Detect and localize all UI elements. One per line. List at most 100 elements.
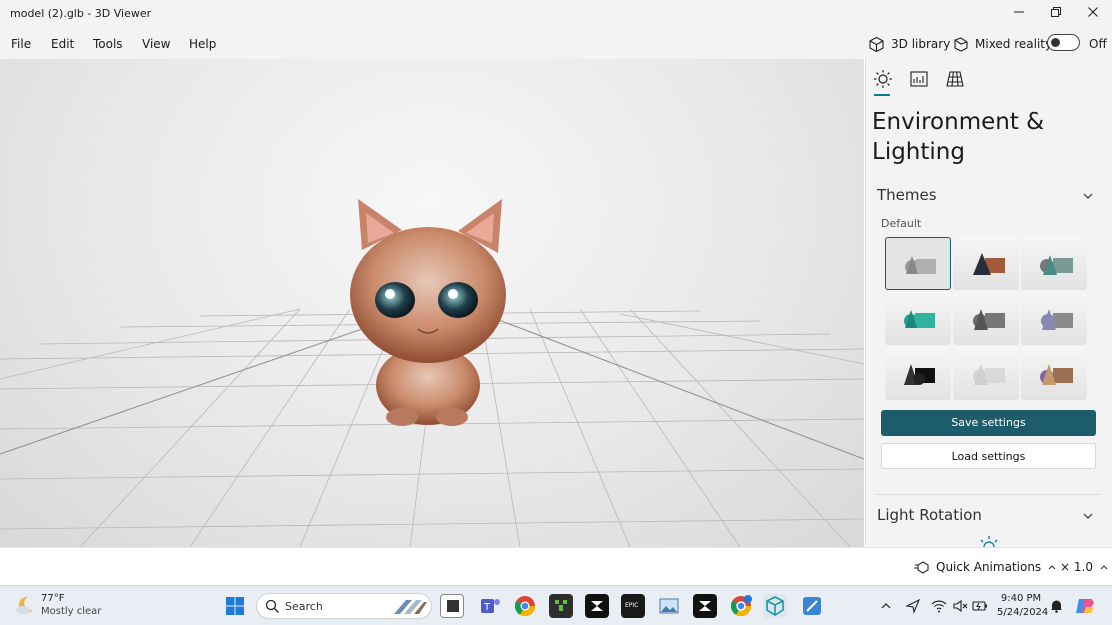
minimize-icon — [1014, 11, 1024, 13]
quick-animations-label: Quick Animations — [936, 560, 1042, 574]
moon-cloud-icon — [16, 596, 33, 614]
taskbar-app-capcut-2[interactable] — [693, 594, 717, 618]
light-rotation-header[interactable]: Light Rotation — [877, 506, 982, 524]
battery-icon[interactable] — [972, 598, 988, 614]
theme-tile-default[interactable] — [885, 237, 951, 290]
weather-temp: 77°F — [41, 593, 65, 604]
theme-tile-dark-gray[interactable] — [953, 292, 1019, 345]
menu-bar: File Edit Tools View Help 3D library Mix… — [0, 28, 1112, 59]
epic-games-icon: EPIC — [625, 602, 638, 609]
chevron-down-icon[interactable] — [1082, 510, 1094, 522]
theme-shapes-icon — [1040, 364, 1073, 385]
copilot-icon[interactable] — [1074, 595, 1096, 617]
themes-header[interactable]: Themes — [877, 186, 937, 204]
save-settings-button[interactable]: Save settings — [881, 410, 1096, 436]
theme-tile-lavender[interactable] — [1021, 292, 1087, 345]
taskbar-app-epic[interactable]: EPIC — [621, 594, 645, 618]
clock-time[interactable]: 9:40 PM — [997, 593, 1045, 604]
theme-tile-sunset[interactable] — [1021, 347, 1087, 400]
theme-shapes-icon — [904, 310, 935, 328]
chevron-up-icon — [1100, 565, 1108, 570]
clock-date[interactable]: 5/24/2024 — [997, 607, 1048, 618]
3d-library-button[interactable]: 3D library — [868, 34, 950, 54]
weather-desc: Mostly clear — [41, 606, 102, 617]
theme-shapes-icon — [1041, 309, 1073, 330]
speed-label: × 1.0 — [1060, 560, 1093, 574]
theme-tile-light[interactable] — [953, 347, 1019, 400]
menu-edit[interactable]: Edit — [51, 37, 74, 51]
quick-animations-button[interactable]: Quick Animations — [914, 560, 1057, 574]
restore-icon — [1051, 7, 1061, 17]
search-placeholder: Search — [285, 600, 323, 613]
minimize-button[interactable] — [1004, 4, 1034, 24]
menu-view[interactable]: View — [142, 37, 170, 51]
taskbar-app-teams[interactable]: T — [478, 594, 502, 618]
minecraft-icon — [555, 600, 567, 611]
kitten-model[interactable] — [340, 195, 520, 435]
chevron-down-icon[interactable] — [1082, 190, 1094, 202]
chevron-up-icon[interactable] — [880, 600, 892, 612]
chevron-up-icon — [1048, 565, 1056, 570]
teams-icon: T — [481, 599, 500, 613]
light-sun-icon — [980, 536, 998, 547]
taskbar-app-files[interactable] — [440, 594, 464, 618]
restore-button[interactable] — [1041, 4, 1071, 24]
theme-default-label: Default — [881, 217, 922, 230]
mixed-reality-toggle[interactable] — [1047, 34, 1080, 51]
animation-icon — [914, 561, 929, 574]
notification-bell-icon[interactable] — [1049, 598, 1064, 613]
cube-icon — [766, 596, 784, 616]
mixed-reality-button[interactable]: Mixed reality — [952, 34, 1052, 54]
mixed-reality-icon — [954, 36, 968, 52]
svg-text:EPIC: EPIC — [625, 602, 638, 609]
close-button[interactable] — [1078, 4, 1108, 24]
menu-tools[interactable]: Tools — [93, 37, 123, 51]
title-bar: model (2).glb - 3D Viewer — [0, 0, 1112, 28]
theme-tile-warm[interactable] — [953, 237, 1019, 290]
3d-library-label: 3D library — [891, 37, 951, 51]
photos-icon — [659, 598, 679, 614]
theme-tile-black[interactable] — [885, 347, 951, 400]
taskbar-app-chrome-profile[interactable] — [729, 594, 753, 618]
menu-help[interactable]: Help — [189, 37, 216, 51]
weather-widget[interactable] — [14, 594, 36, 619]
cube-icon — [869, 36, 884, 52]
sun-icon[interactable] — [873, 69, 893, 89]
theme-shapes-icon — [904, 364, 935, 385]
theme-shapes-icon — [905, 256, 936, 274]
location-icon[interactable] — [905, 598, 921, 614]
theme-shapes-icon — [1040, 255, 1073, 275]
3d-viewport[interactable] — [0, 59, 864, 547]
taskbar: 77°F Mostly clear Search T EPIC 9:40 PM … — [0, 585, 1112, 625]
windows-icon — [226, 597, 244, 615]
mixed-reality-state: Off — [1089, 37, 1107, 51]
theme-shapes-icon — [973, 364, 1005, 385]
taskbar-app-paint[interactable] — [800, 594, 824, 618]
start-button[interactable] — [223, 594, 247, 618]
menu-file[interactable]: File — [11, 37, 31, 51]
taskbar-app-3d-viewer[interactable] — [763, 594, 787, 618]
theme-shapes-icon — [973, 309, 1005, 330]
speaker-muted-icon[interactable] — [952, 598, 968, 614]
load-settings-button[interactable]: Load settings — [881, 443, 1096, 469]
svg-text:T: T — [483, 602, 491, 613]
file-icon — [447, 600, 459, 612]
taskbar-search[interactable]: Search — [256, 593, 432, 619]
theme-tile-teal-gray[interactable] — [1021, 237, 1087, 290]
app-icon — [699, 601, 711, 611]
speed-control[interactable]: × 1.0 — [1060, 560, 1109, 574]
taskbar-app-photos[interactable] — [657, 594, 681, 618]
theme-grid — [885, 237, 1089, 400]
grid-icon[interactable] — [945, 69, 965, 89]
wifi-icon[interactable] — [931, 598, 947, 614]
taskbar-app-minecraft[interactable] — [549, 594, 573, 618]
taskbar-app-capcut[interactable] — [585, 594, 609, 618]
mixed-reality-label: Mixed reality — [975, 37, 1053, 51]
taskbar-app-chrome[interactable] — [513, 594, 537, 618]
chrome-icon — [514, 596, 536, 617]
theme-tile-teal[interactable] — [885, 292, 951, 345]
app-icon — [591, 601, 603, 611]
toggle-knob — [1051, 38, 1060, 47]
stats-icon[interactable] — [909, 69, 929, 89]
paint-icon — [803, 597, 821, 615]
